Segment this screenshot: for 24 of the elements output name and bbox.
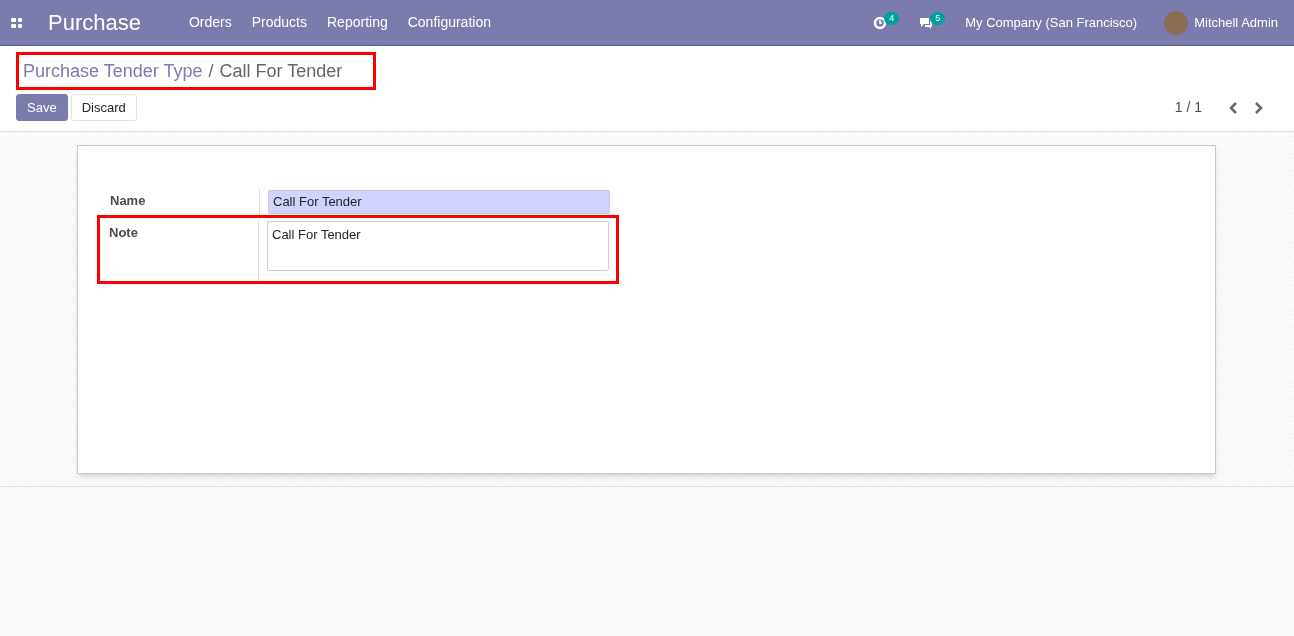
note-field[interactable]: Call For Tender — [267, 221, 609, 271]
app-name[interactable]: Purchase — [48, 6, 141, 39]
field-label: Note — [109, 221, 259, 281]
breadcrumb-link[interactable]: Purchase Tender Type — [23, 57, 203, 85]
menu-item[interactable]: Orders — [188, 12, 232, 33]
name-input[interactable]: Call For Tender — [268, 189, 610, 214]
clock-icon[interactable] — [873, 15, 888, 30]
count-badge: 5 — [930, 12, 946, 25]
menu-item[interactable]: Reporting — [327, 12, 388, 33]
menu-item[interactable]: Products — [251, 12, 307, 33]
count-badge: 4 — [884, 12, 900, 25]
discard-button[interactable]: Discard — [70, 94, 137, 121]
field-label: Name — [110, 189, 260, 219]
next-icon[interactable] — [1254, 100, 1264, 115]
save-button[interactable]: Save — [16, 94, 68, 121]
company-switcher[interactable]: My Company (San Francisco) — [965, 12, 1138, 33]
breadcrumb-separator: / — [208, 59, 214, 83]
user-menu[interactable]: Mitchell Admin — [1194, 12, 1278, 33]
apps-menu-icon[interactable] — [11, 17, 22, 28]
previous-icon[interactable] — [1228, 100, 1238, 115]
menu-item[interactable]: Configuration — [407, 12, 491, 33]
pager-value: 1 / 1 — [1174, 98, 1202, 117]
chat-icon[interactable] — [919, 15, 934, 30]
breadcrumb-current: Call For Tender — [219, 59, 343, 83]
